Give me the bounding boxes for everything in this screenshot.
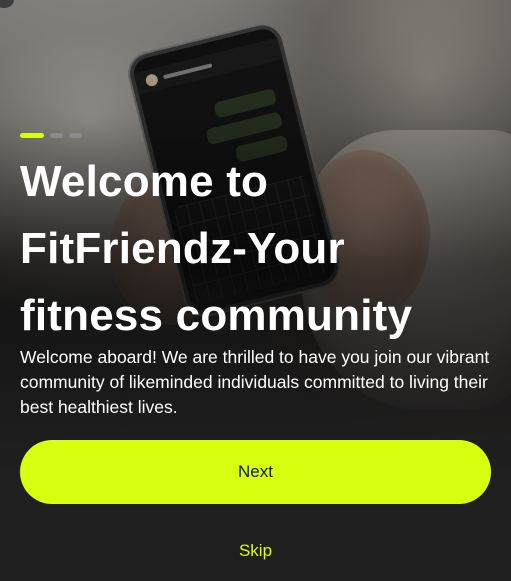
page-dot <box>69 133 82 138</box>
page-dot-active <box>20 133 44 138</box>
welcome-description: Welcome aboard! We are thrilled to have … <box>20 347 490 417</box>
next-button[interactable]: Next <box>20 440 491 504</box>
page-dot <box>50 133 63 138</box>
onboarding-screen: Welcome to FitFriendz-Your fitness commu… <box>0 0 511 581</box>
page-indicator <box>20 133 82 138</box>
welcome-title: Welcome to FitFriendz-Your fitness commu… <box>20 157 413 340</box>
skip-button[interactable]: Skip <box>0 540 511 562</box>
